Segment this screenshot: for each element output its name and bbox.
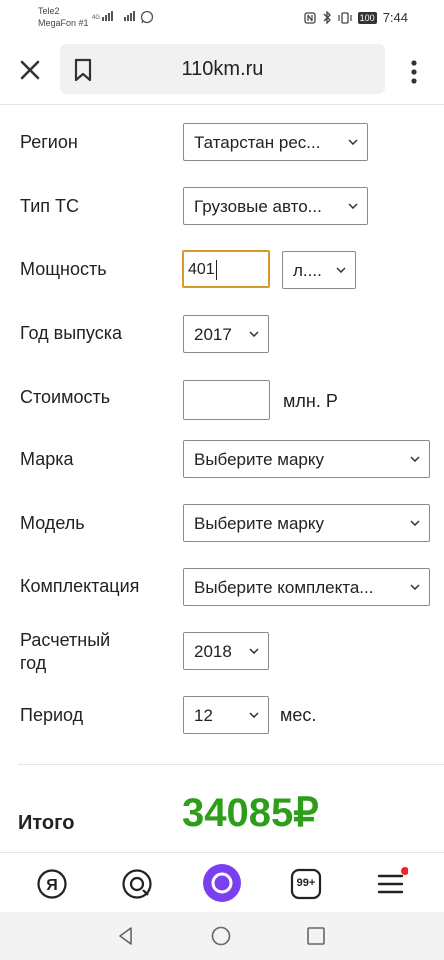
- period-label: Период: [20, 705, 84, 725]
- model-value: Выберите марку: [194, 514, 325, 533]
- menu-button[interactable]: [374, 867, 408, 901]
- period-unit: мес.: [280, 705, 317, 725]
- carrier-info: Tele2 MegaFon #1: [38, 5, 89, 29]
- status-bar: Tele2 MegaFon #1 4G 100 7:44: [0, 0, 444, 36]
- divider: [18, 764, 444, 765]
- clock: 7:44: [382, 10, 408, 25]
- zen-button[interactable]: [120, 867, 154, 901]
- tabs-button[interactable]: 99+: [289, 867, 323, 901]
- brand-value: Выберите марку: [194, 450, 325, 469]
- address-bar[interactable]: 110km.ru: [60, 44, 385, 94]
- alice-button[interactable]: [202, 863, 242, 903]
- signal-2-icon: [124, 11, 135, 21]
- period-value: 12: [194, 706, 213, 725]
- url-text: 110km.ru: [181, 58, 264, 80]
- vehicle-type-select[interactable]: Грузовые авто...: [183, 187, 368, 225]
- chevron-down-icon: [249, 331, 259, 337]
- alice-icon: [203, 864, 241, 902]
- network-type: 4G: [92, 15, 101, 21]
- cost-label: Стоимость: [20, 387, 111, 407]
- power-unit-value: л....: [293, 261, 322, 280]
- calc-year-label-line1: Расчетный: [20, 630, 111, 650]
- year-value: 2017: [194, 325, 232, 344]
- region-select[interactable]: Татарстан рес...: [183, 123, 368, 161]
- calc-year-value: 2018: [194, 642, 232, 661]
- power-label: Мощность: [20, 259, 107, 279]
- chevron-down-icon: [249, 648, 259, 654]
- calc-year-select[interactable]: 2018: [183, 632, 269, 670]
- recents-icon[interactable]: [306, 926, 326, 946]
- chevron-down-icon: [336, 267, 346, 273]
- back-icon[interactable]: [116, 926, 136, 946]
- region-value: Татарстан рес...: [194, 133, 321, 152]
- trim-select[interactable]: Выберите комплекта...: [183, 568, 430, 606]
- trim-label: Комплектация: [20, 576, 140, 596]
- chevron-down-icon: [410, 584, 420, 590]
- total-value: 34085₽: [182, 791, 319, 835]
- year-label: Год выпуска: [20, 323, 122, 343]
- model-label: Модель: [20, 513, 85, 533]
- vehicle-type-value: Грузовые авто...: [194, 197, 322, 216]
- period-select[interactable]: 12: [183, 696, 269, 734]
- power-value: 401: [188, 261, 215, 278]
- whatsapp-icon: [140, 10, 154, 24]
- nfc-icon: [304, 11, 316, 24]
- year-select[interactable]: 2017: [183, 315, 269, 353]
- signal-icon: 4G: [92, 11, 114, 21]
- total-label: Итого: [18, 812, 75, 834]
- chat-bubble-icon: [122, 869, 152, 899]
- trim-value: Выберите комплекта...: [194, 578, 374, 597]
- calc-year-label: Расчетный год: [20, 629, 110, 675]
- calc-year-label-line2: год: [20, 653, 47, 673]
- notification-dot: [401, 867, 408, 875]
- text-cursor: [216, 260, 217, 280]
- home-icon[interactable]: [211, 926, 231, 946]
- power-input[interactable]: 401: [182, 250, 270, 288]
- vibrate-icon: [338, 11, 352, 24]
- chevron-down-icon: [410, 520, 420, 526]
- model-select[interactable]: Выберите марку: [183, 504, 430, 542]
- carrier-2: MegaFon #1: [38, 18, 89, 28]
- region-label: Регион: [20, 132, 78, 152]
- cost-input[interactable]: [183, 380, 270, 420]
- carrier-1: Tele2: [38, 6, 60, 16]
- chevron-down-icon: [410, 456, 420, 462]
- chevron-down-icon: [348, 203, 358, 209]
- battery-icon: 100: [357, 11, 377, 24]
- svg-text:Я: Я: [46, 877, 58, 894]
- cost-unit: млн. Р: [283, 391, 338, 411]
- close-icon[interactable]: [16, 56, 44, 84]
- system-navigation-bar: [0, 912, 444, 960]
- brand-select[interactable]: Выберите марку: [183, 440, 430, 478]
- vehicle-type-label: Тип ТС: [20, 196, 80, 216]
- yandex-icon: Я: [37, 869, 67, 899]
- status-right: 100 7:44: [304, 10, 408, 25]
- bluetooth-icon: [323, 11, 331, 24]
- power-unit-select[interactable]: л....: [282, 251, 356, 289]
- bottom-navigation: Я 99+: [0, 852, 444, 913]
- chevron-down-icon: [249, 712, 259, 718]
- browser-toolbar: 110km.ru: [0, 36, 444, 105]
- chevron-down-icon: [348, 139, 358, 145]
- hamburger-icon: [377, 867, 408, 894]
- tabs-count: 99+: [296, 877, 316, 889]
- brand-label: Марка: [20, 449, 74, 469]
- yandex-button[interactable]: Я: [35, 867, 69, 901]
- more-menu-icon[interactable]: [404, 58, 424, 86]
